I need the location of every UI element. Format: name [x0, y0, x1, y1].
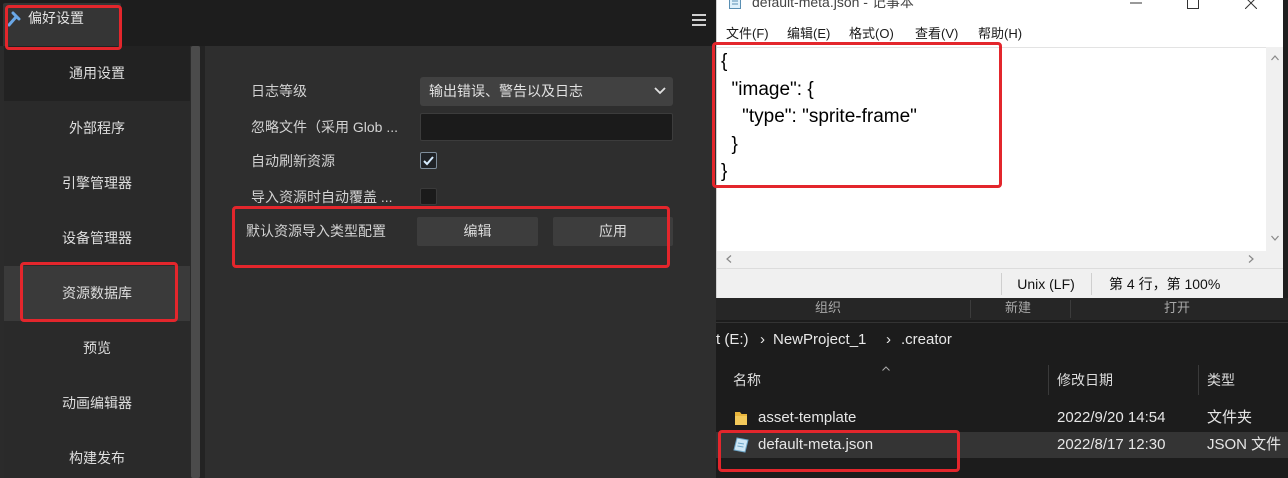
ribbon-group-organize: 组织	[814, 300, 841, 315]
text-line: "image": {	[721, 78, 814, 100]
status-separator	[1091, 273, 1092, 295]
breadcrumb-project[interactable]: NewProject_1	[773, 326, 866, 354]
menu-edit[interactable]: 编辑(E)	[787, 25, 830, 43]
file-type: JSON 文件	[1207, 436, 1282, 453]
asset-database-settings: 日志等级 输出错误、警告以及日志 忽略文件（采用 Glob ... 自动刷新资源…	[205, 46, 716, 478]
background-window-edge	[1283, 0, 1288, 298]
ignore-files-label: 忽略文件（采用 Glob ...	[251, 119, 399, 135]
ribbon-group-new: 新建	[1004, 300, 1031, 315]
column-separator[interactable]	[1048, 365, 1049, 395]
menu-help[interactable]: 帮助(H)	[978, 25, 1022, 43]
cursor-position-status: 第 4 行，第 100%	[1109, 276, 1221, 292]
ribbon-divider	[716, 322, 1288, 323]
log-level-dropdown[interactable]: 输出错误、警告以及日志	[420, 77, 673, 106]
text-editor[interactable]: { "image": { "type": "sprite-frame" } }	[717, 47, 1266, 251]
file-row[interactable]: asset-template 2022/9/20 14:54 文件夹	[716, 405, 1288, 431]
sidebar-item-build-publish[interactable]: 构建发布	[4, 431, 190, 478]
breadcrumb-drive[interactable]: t (E:)	[716, 326, 749, 354]
column-type[interactable]: 类型	[1207, 365, 1235, 395]
text-line: }	[721, 161, 728, 182]
horizontal-scrollbar[interactable]	[717, 251, 1266, 268]
ribbon-groups: 组织 新建 打开	[716, 298, 1288, 320]
column-headers: 名称 修改日期 类型	[716, 365, 1288, 395]
file-row[interactable]: default-meta.json 2022/8/17 12:30 JSON 文…	[716, 432, 1288, 458]
sidebar-item-preview[interactable]: 预览	[4, 321, 190, 376]
column-name[interactable]: 名称	[733, 365, 761, 395]
minimize-icon[interactable]	[1130, 0, 1142, 9]
scroll-right-icon[interactable]	[1248, 255, 1254, 263]
log-level-label: 日志等级	[251, 83, 307, 99]
sidebar-item-animation-editor[interactable]: 动画编辑器	[4, 376, 190, 431]
log-level-value: 输出错误、警告以及日志	[429, 83, 583, 99]
hamburger-icon[interactable]	[691, 13, 707, 27]
status-bar: Unix (LF) 第 4 行，第 100%	[717, 268, 1283, 298]
auto-refresh-checkbox[interactable]	[420, 152, 437, 169]
menu-file[interactable]: 文件(F)	[726, 25, 769, 43]
sidebar-item-external-programs[interactable]: 外部程序	[4, 101, 190, 156]
preferences-window: 偏好设置 通用设置 外部程序 引擎管理器 设备管理器 资源数据库 预览 动画编辑…	[0, 0, 716, 478]
ribbon-separator	[1070, 300, 1071, 318]
text-line: "type": "sprite-frame"	[721, 106, 917, 127]
ignore-files-input[interactable]	[420, 113, 673, 141]
ribbon-separator	[970, 300, 971, 318]
chevron-down-icon	[654, 87, 666, 95]
breadcrumb-separator[interactable]: ›	[886, 326, 891, 354]
window-title: default-meta.json - 记事本	[752, 0, 914, 10]
sidebar-item-asset-database[interactable]: 资源数据库	[4, 266, 190, 321]
file-explorer: 组织 新建 打开 t (E:) › NewProject_1 › .creato…	[716, 298, 1288, 478]
notepad-icon	[728, 0, 742, 10]
menu-view[interactable]: 查看(V)	[915, 25, 958, 43]
sidebar-scrollbar[interactable]	[191, 46, 200, 478]
scroll-up-icon[interactable]	[1271, 55, 1279, 61]
sidebar-item-engine-manager[interactable]: 引擎管理器	[4, 156, 190, 211]
breadcrumb-separator[interactable]: ›	[760, 326, 765, 354]
file-modified: 2022/9/20 14:54	[1057, 409, 1166, 426]
close-icon[interactable]	[1245, 0, 1257, 9]
json-file-icon	[733, 436, 749, 454]
sidebar-item-device-manager[interactable]: 设备管理器	[4, 211, 190, 266]
auto-overwrite-checkbox[interactable]	[420, 188, 437, 205]
auto-refresh-label: 自动刷新资源	[251, 153, 335, 169]
scroll-left-icon[interactable]	[726, 255, 732, 263]
panel-header: 偏好设置	[0, 0, 716, 46]
tab-preferences[interactable]: 偏好设置	[3, 3, 121, 46]
column-modified[interactable]: 修改日期	[1057, 365, 1113, 395]
file-name: default-meta.json	[758, 436, 874, 453]
file-modified: 2022/8/17 12:30	[1057, 436, 1166, 453]
file-type: 文件夹	[1207, 409, 1253, 426]
sort-ascending-icon	[882, 366, 890, 371]
wrench-icon	[7, 11, 21, 27]
notepad-window: default-meta.json - 记事本 文件(F) 编辑(E) 格式(O…	[716, 0, 1283, 298]
auto-overwrite-label: 导入资源时自动覆盖 ...	[251, 189, 393, 205]
preferences-sidebar: 通用设置 外部程序 引擎管理器 设备管理器 资源数据库 预览 动画编辑器 构建发…	[4, 46, 190, 478]
folder-icon	[733, 409, 749, 427]
scrollbar-corner	[1266, 251, 1283, 268]
sidebar-item-general[interactable]: 通用设置	[4, 46, 190, 101]
scroll-down-icon[interactable]	[1271, 235, 1279, 241]
ribbon-group-open: 打开	[1163, 300, 1190, 315]
column-separator[interactable]	[1198, 365, 1199, 395]
apply-button[interactable]: 应用	[553, 217, 673, 246]
text-line: {	[721, 51, 728, 72]
tab-label: 偏好设置	[28, 10, 84, 26]
line-ending-status: Unix (LF)	[1017, 276, 1075, 292]
menu-format[interactable]: 格式(O)	[849, 25, 894, 43]
edit-button[interactable]: 编辑	[417, 217, 538, 246]
text-line: }	[721, 133, 738, 155]
maximize-icon[interactable]	[1187, 0, 1199, 9]
default-import-label: 默认资源导入类型配置	[246, 223, 386, 239]
vertical-scrollbar[interactable]	[1266, 47, 1283, 251]
breadcrumb-creator[interactable]: .creator	[901, 326, 952, 354]
checkmark-icon	[423, 155, 434, 166]
file-name: asset-template	[758, 409, 857, 426]
